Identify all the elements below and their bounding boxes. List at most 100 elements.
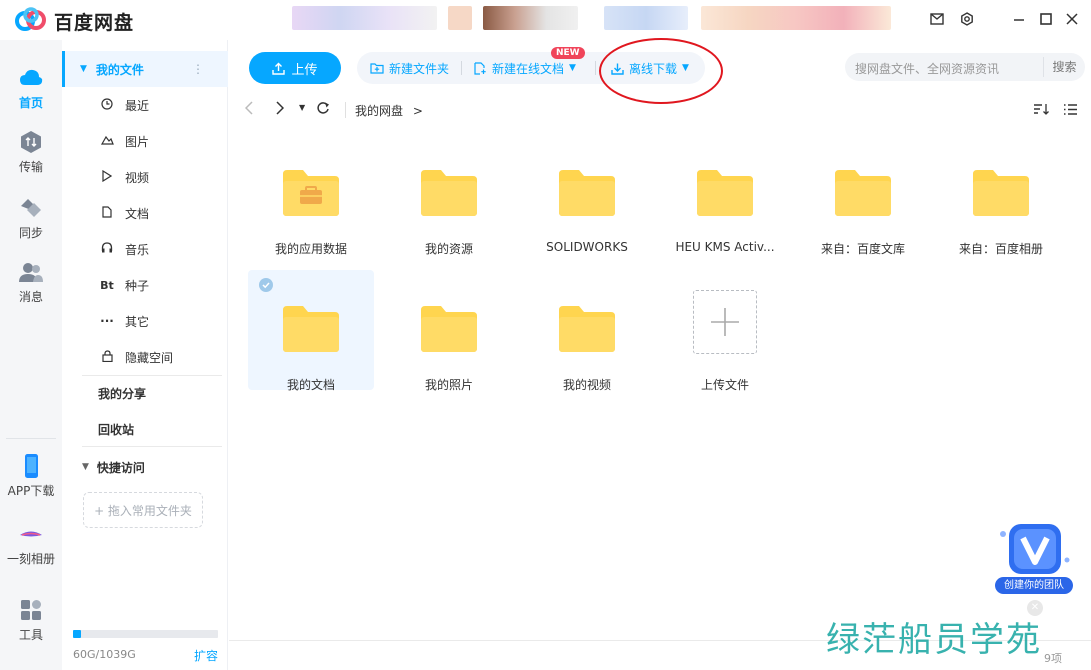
- back-arrow-icon[interactable]: [244, 101, 254, 119]
- file-name: 我的应用数据: [274, 242, 347, 256]
- folder-tile[interactable]: 来自：百度文库: [800, 134, 926, 256]
- search-button[interactable]: 搜索: [1043, 57, 1085, 77]
- expand-storage-link[interactable]: 扩容: [194, 647, 218, 664]
- team-v-logo-icon: [1000, 524, 1070, 574]
- storage-bar-fill: [73, 630, 82, 638]
- folder-icon: [973, 170, 1029, 216]
- folder-icon: [421, 306, 477, 352]
- collapse-arrow-icon: ▼: [80, 64, 87, 74]
- list-view-icon[interactable]: [1063, 103, 1078, 120]
- folder-tile[interactable]: 我的视频: [524, 270, 650, 392]
- sidebar-item-images[interactable]: 图片: [62, 123, 228, 159]
- transfer-icon: [21, 131, 41, 153]
- rail-label: 消息: [18, 290, 43, 304]
- rail-item-moment-album[interactable]: 一刻相册: [0, 522, 62, 567]
- rail-item-app-download[interactable]: APP下载: [0, 454, 62, 499]
- sidebar-item-recycle-bin[interactable]: 回收站: [62, 411, 228, 447]
- file-name: HEU KMS Activ...: [675, 240, 775, 254]
- collapse-arrow-icon: ▼: [82, 462, 89, 472]
- blurred-user-info: [483, 6, 578, 30]
- folder-tile[interactable]: 我的文档: [248, 270, 374, 392]
- file-name: 我的资源: [424, 242, 473, 256]
- rail-item-tools[interactable]: 工具: [0, 598, 62, 643]
- sidebar-item-videos[interactable]: 视频: [62, 159, 228, 195]
- rail-divider: [6, 438, 56, 439]
- new-doc-icon: [474, 61, 486, 75]
- maximize-icon[interactable]: [1037, 10, 1055, 28]
- upload-button[interactable]: 上传: [249, 52, 341, 84]
- upload-file-tile[interactable]: 上传文件: [662, 270, 788, 392]
- sidebar-item-label: 快捷访问: [96, 460, 145, 475]
- folder-icon: [283, 306, 339, 352]
- folder-icon: [835, 170, 891, 216]
- sidebar-item-label: 其它: [125, 314, 150, 329]
- sidebar-item-documents[interactable]: 文档: [62, 195, 228, 231]
- album-icon: [20, 531, 42, 537]
- breadcrumb[interactable]: 我的网盘 >: [355, 102, 423, 119]
- cloud-icon: [20, 69, 43, 85]
- search-input[interactable]: 搜网盘文件、全网资源资讯: [855, 60, 999, 77]
- contacts-icon: [19, 263, 43, 282]
- watermark-text: 绿茫船员学苑: [826, 620, 1042, 660]
- refresh-icon[interactable]: [316, 101, 330, 119]
- sidebar-item-my-share[interactable]: 我的分享: [62, 375, 228, 411]
- folder-tile[interactable]: 我的照片: [386, 270, 512, 392]
- new-badge: NEW: [551, 47, 585, 59]
- folder-icon: [421, 170, 477, 216]
- sidebar-item-hidden-space[interactable]: 隐藏空间: [62, 339, 228, 375]
- create-team-widget[interactable]: 创建你的团队: [993, 520, 1075, 596]
- sync-icon: [21, 199, 41, 217]
- rail-item-home[interactable]: 首页: [0, 66, 62, 111]
- breadcrumb-root[interactable]: 我的网盘: [355, 104, 403, 118]
- mail-icon[interactable]: [928, 10, 946, 28]
- sidebar-item-my-files[interactable]: ▼ 我的文件 ⋮: [62, 51, 228, 87]
- baidu-netdisk-logo: [15, 7, 46, 31]
- sidebar: ▼ 我的文件 ⋮ 最近 图片 视频 文档 音乐 Bt 种子 ··· 其它 隐藏空…: [62, 40, 228, 670]
- nav-separator: [345, 102, 346, 118]
- sidebar-item-music[interactable]: 音乐: [62, 231, 228, 267]
- search-box[interactable]: 搜网盘文件、全网资源资讯 搜索: [845, 53, 1085, 81]
- file-grid: 我的应用数据 我的资源 SOLIDWORKS HEU KMS Activ... …: [229, 126, 1091, 640]
- sidebar-item-label: 我的分享: [98, 386, 147, 401]
- quick-access-drop-zone[interactable]: + 拖入常用文件夹: [83, 492, 203, 528]
- sidebar-item-recent[interactable]: 最近: [62, 87, 228, 123]
- check-circle-icon[interactable]: [259, 278, 273, 292]
- sort-icon[interactable]: [1033, 103, 1049, 120]
- play-icon: [100, 169, 114, 185]
- settings-icon[interactable]: [958, 10, 976, 28]
- more-vertical-icon[interactable]: ⋮: [192, 62, 204, 76]
- history-dropdown-icon[interactable]: ▼: [299, 103, 305, 112]
- ellipsis-icon: ···: [100, 314, 114, 328]
- rail-item-messages[interactable]: 消息: [0, 260, 62, 305]
- plus-icon: [711, 308, 739, 336]
- sidebar-item-label: 文档: [125, 206, 150, 221]
- folder-tile[interactable]: 我的应用数据: [248, 134, 374, 256]
- folder-tile[interactable]: 来自：百度相册: [938, 134, 1064, 256]
- sidebar-item-torrents[interactable]: Bt 种子: [62, 267, 228, 303]
- folder-tile[interactable]: SOLIDWORKS: [524, 134, 650, 254]
- left-rail: 首页 传输 同步 消息 APP下载 一刻相册 工具: [0, 40, 62, 670]
- document-icon: [100, 205, 114, 221]
- new-folder-button[interactable]: 新建文件夹: [370, 52, 449, 84]
- forward-arrow-icon[interactable]: [275, 101, 285, 119]
- upload-button-label: 上传: [291, 62, 318, 78]
- close-icon[interactable]: [1063, 10, 1081, 28]
- toolbar-separator: [595, 61, 596, 75]
- sidebar-item-quick-access[interactable]: ▼ 快捷访问: [62, 449, 228, 485]
- minimize-icon[interactable]: [1010, 10, 1028, 28]
- sidebar-item-others[interactable]: ··· 其它: [62, 303, 228, 339]
- item-count: 9项: [1044, 652, 1062, 665]
- folder-tile[interactable]: HEU KMS Activ...: [662, 134, 788, 254]
- upload-file-box[interactable]: [693, 290, 757, 354]
- headphones-icon: [100, 242, 114, 256]
- folder-tile[interactable]: 我的资源: [386, 134, 512, 256]
- image-icon: [100, 134, 114, 148]
- folder-icon: [697, 170, 753, 216]
- rail-item-transfer[interactable]: 传输: [0, 130, 62, 175]
- sidebar-item-label: 音乐: [125, 242, 150, 257]
- sidebar-item-label: 种子: [125, 278, 150, 293]
- blurred-user-info: [604, 6, 688, 30]
- app-name: 百度网盘: [54, 12, 135, 34]
- rail-item-sync[interactable]: 同步: [0, 196, 62, 241]
- upload-file-label: 上传文件: [700, 378, 749, 392]
